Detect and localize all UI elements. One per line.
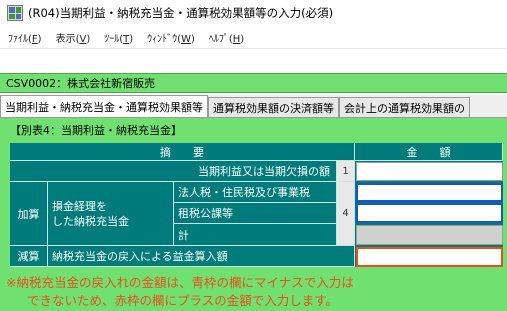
menu-help[interactable]: ﾍﾙﾌﾟ(H) (209, 30, 244, 45)
menu-file[interactable]: ﾌｧｲﾙ(F) (8, 30, 42, 45)
menu-window[interactable]: ｳｨﾝﾄﾞｳ(W) (147, 30, 195, 45)
amount-net-income-input[interactable] (356, 162, 503, 181)
add-group-label: 損金経理を した納税充当金 (48, 182, 174, 246)
toolbar (0, 48, 507, 73)
row-net-income-number: 1 (337, 161, 355, 182)
menu-tools[interactable]: ﾂｰﾙ(T) (104, 30, 133, 45)
title-bar: (R04)当期利益・納税充当金・通算税効果額等の入力(必須) (0, 0, 507, 26)
row-net-income-label: 当期利益又は当期欠損の額 (10, 161, 337, 182)
amount-provision-reversal-input[interactable] (356, 247, 503, 267)
add-item-total: 計 (174, 224, 337, 246)
menu-bar: ﾌｧｲﾙ(F) 表示(V) ﾂｰﾙ(T) ｳｨﾝﾄﾞｳ(W) ﾍﾙﾌﾟ(H) (0, 27, 507, 47)
annotation-note: ※納税充当金の戻入れの金額は、青枠の欄にマイナスで入力は できないため、赤枠の欄… (6, 274, 354, 310)
add-item-corporate-tax: 法人税・住民税及び事業税 (174, 182, 337, 203)
amount-taxes-dues-input[interactable] (356, 203, 503, 223)
header-amount: 金 額 (355, 143, 503, 161)
add-number: 4 (337, 182, 355, 246)
company-name: CSV0002：株式会社新宿販売 (6, 77, 156, 90)
window-title: (R04)当期利益・納税充当金・通算税効果額等の入力(必須) (28, 6, 334, 20)
note-line-2: できないため、赤枠の欄にプラスの金額で入力します。 (27, 293, 339, 308)
company-bar: CSV0002：株式会社新宿販売 (0, 73, 507, 93)
sub-item: 納税充当金の戻入による益金算入額 (48, 246, 355, 267)
app-icon (7, 5, 23, 21)
appendix4-table: 摘 要 金 額 当期利益又は当期欠損の額 1 加算 損金経理を した納税充当金 … (10, 143, 503, 267)
header-summary: 摘 要 (10, 143, 355, 161)
sub-label: 減算 (10, 246, 48, 267)
add-item-taxes-dues: 租税公課等 (174, 203, 337, 224)
tab-settlement[interactable]: 通算税効果額の決済額等 (208, 97, 339, 117)
note-line-1: ※納税充当金の戻入れの金額は、青枠の欄にマイナスで入力は (6, 275, 354, 290)
section-title: 【別表4：当期利益・納税充当金】 (10, 124, 182, 137)
tab-profit-tax-provision[interactable]: 当期利益・納税充当金・通算税効果額等 (0, 95, 208, 117)
amount-total-field (356, 225, 503, 245)
amount-corporate-tax-input[interactable] (356, 183, 503, 202)
tab-strip: 当期利益・納税充当金・通算税効果額等 通算税効果額の決済額等 会計上の通算税効果… (0, 95, 507, 118)
tab-accounting-effect[interactable]: 会計上の通算税効果額の (339, 97, 470, 117)
add-label: 加算 (10, 182, 48, 246)
menu-view[interactable]: 表示(V) (56, 30, 91, 45)
